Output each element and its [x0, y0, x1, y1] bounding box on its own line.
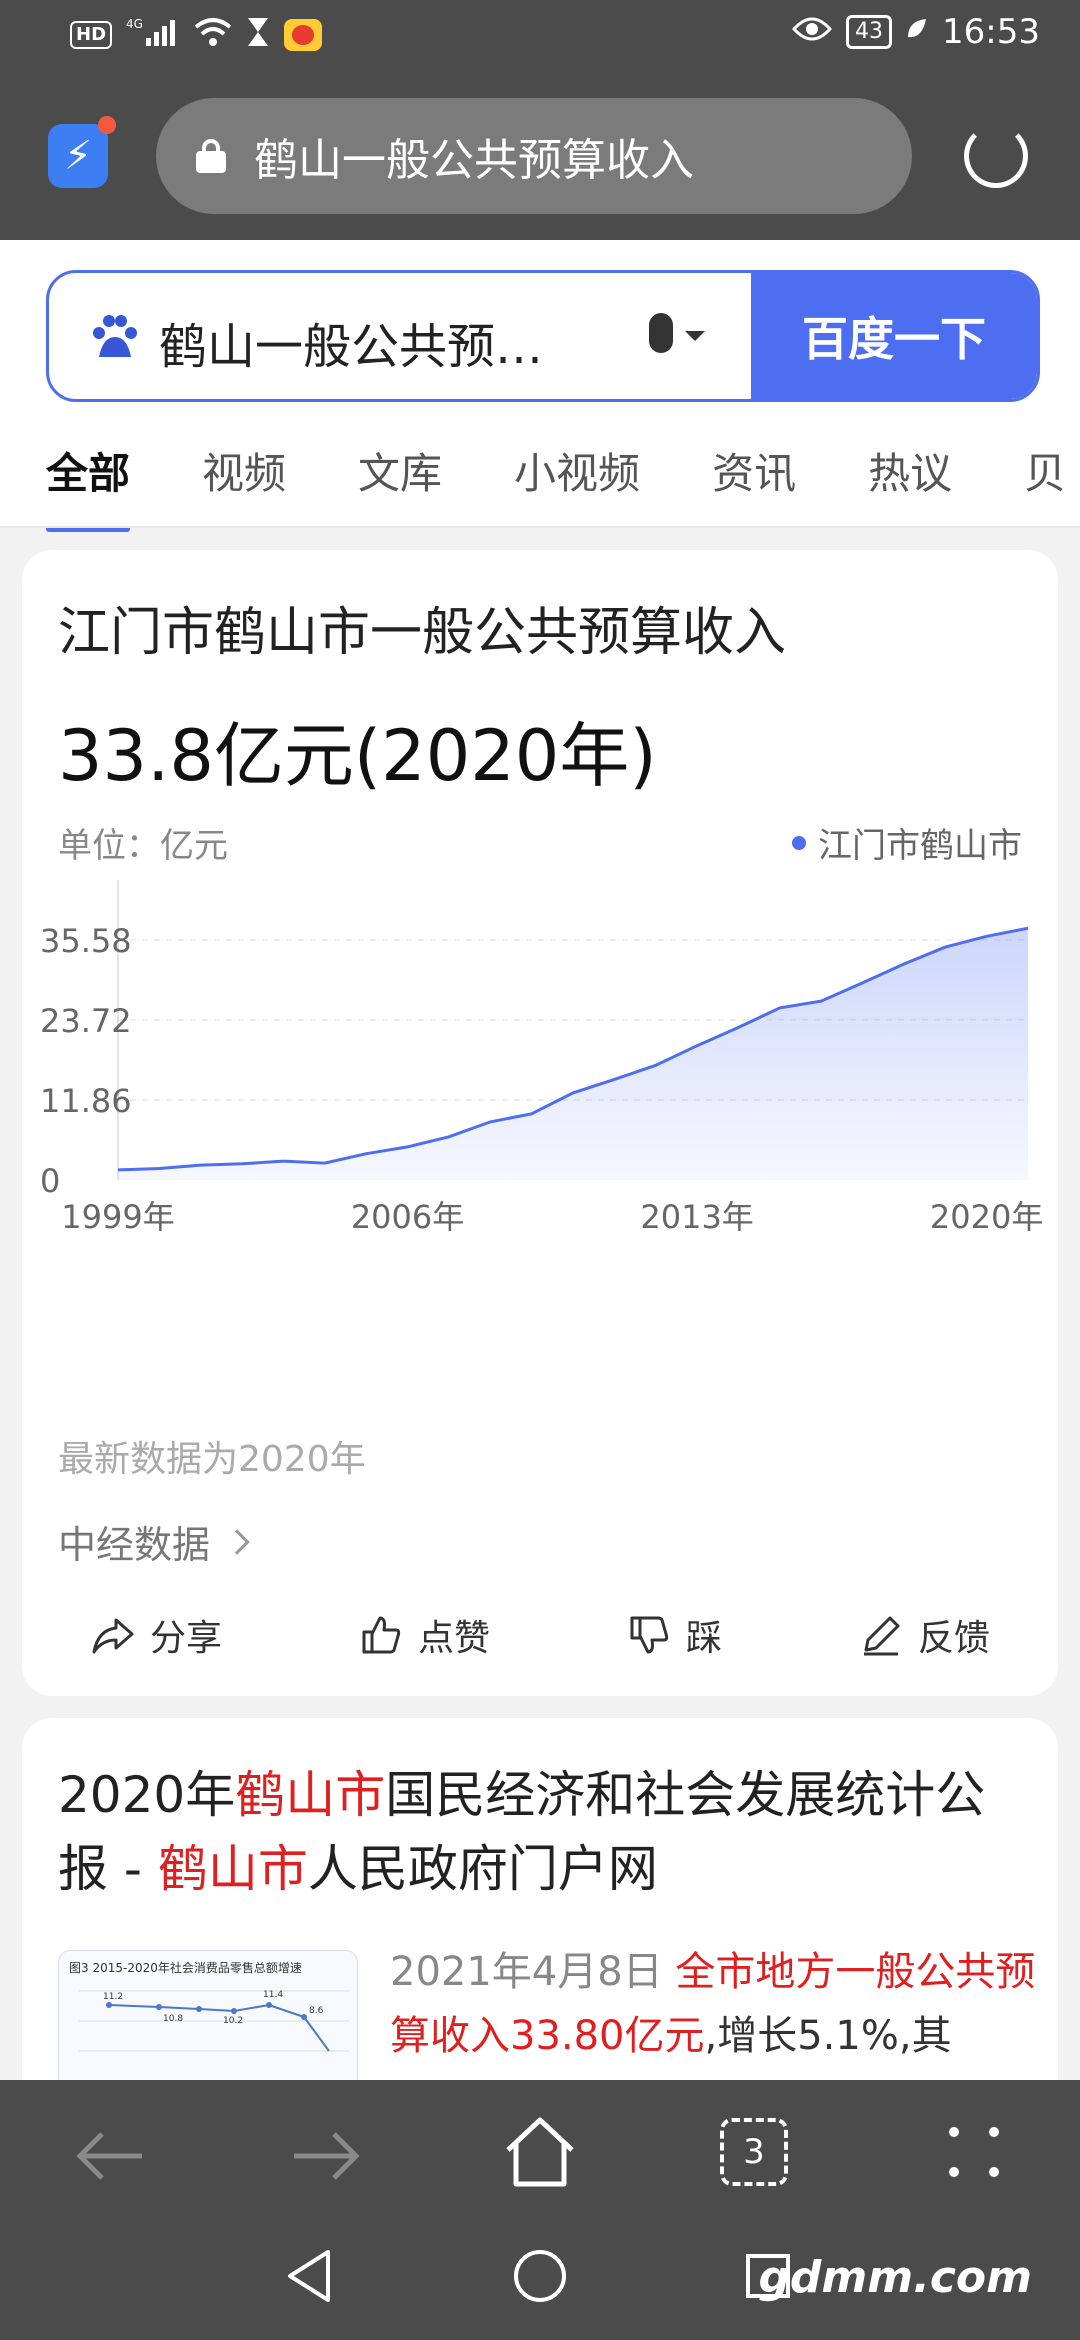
thumbnail-caption: 图3 2015-2020年社会消费品零售总额增速	[69, 1961, 302, 1975]
wifi-icon	[194, 17, 232, 53]
thumbs-down-icon	[630, 1616, 669, 1654]
y-tick-label: 23.72	[40, 1002, 132, 1040]
headline-value: 33.8亿元(2020年)	[58, 715, 657, 797]
baidu-paw-icon	[89, 313, 139, 363]
back-arrow-icon[interactable]	[72, 2126, 148, 2186]
line-chart[interactable]: 0 11.86 23.72 35.58 1999年 2006年 2013年 2020年	[22, 880, 1058, 1260]
chevron-right-icon	[224, 1528, 250, 1555]
result-snippet: 2021年4月8日 全市地方一般公共预算收入33.80亿元,增长5.1%,其	[390, 1940, 1050, 2068]
card-title[interactable]: 江门市鹤山市一般公共预算收入	[58, 590, 786, 665]
source-link[interactable]: 中经数据	[58, 1514, 250, 1569]
source-label: 中经数据	[58, 1523, 211, 1567]
signal-icon: 4G	[126, 16, 180, 54]
like-label: 点赞	[417, 1618, 490, 1659]
notification-dot	[98, 116, 116, 134]
forward-arrow-icon[interactable]	[288, 2126, 364, 2186]
home-icon[interactable]	[502, 2114, 578, 2190]
more-menu-icon[interactable]	[944, 2122, 1004, 2182]
title-highlight: 鹤山市	[235, 1766, 386, 1824]
dislike-label: 踩	[685, 1618, 722, 1659]
lock-icon	[196, 139, 226, 173]
refresh-icon[interactable]	[964, 124, 1028, 188]
system-back-icon[interactable]	[282, 2246, 336, 2306]
like-button[interactable]: 点赞	[358, 1600, 490, 1670]
x-tick-label: 2020年	[930, 1198, 1043, 1236]
title-text: 人民政府门户网	[307, 1840, 658, 1898]
x-tick-label: 2013年	[640, 1198, 753, 1236]
unit-label: 单位：亿元	[58, 826, 228, 866]
search-tabs: 全部 视频 文库 小视频 资讯 热议贝	[46, 436, 1080, 532]
dislike-button[interactable]: 踩	[626, 1600, 722, 1670]
browser-logo-icon[interactable]: ⚡	[48, 116, 116, 188]
tab-3[interactable]: 小视频	[514, 436, 640, 528]
action-bar: 分享 点赞 踩 反馈	[22, 1600, 1058, 1670]
address-text: 鹤山一般公共预算收入	[254, 135, 694, 186]
share-label: 分享	[149, 1618, 222, 1659]
x-tick-label: 1999年	[61, 1198, 174, 1236]
system-home-icon[interactable]	[512, 2248, 568, 2304]
hourglass-icon	[246, 16, 270, 54]
title-text: 2020年	[58, 1766, 236, 1824]
search-area: 鹤山一般公共预… 百度一下 全部 视频 文库 小视频 资讯 热议贝	[0, 240, 1080, 532]
hd-badge: HD	[70, 21, 113, 49]
result-date: 2021年4月8日	[390, 1949, 663, 1995]
browser-top-bar: HD 4G 43 16:53 ⚡ 鹤山一般公共预算收入	[0, 0, 1080, 240]
latest-note: 最新数据为2020年	[58, 1439, 366, 1480]
watermark: gdmm.com	[758, 2252, 1032, 2303]
search-button[interactable]: 百度一下	[751, 273, 1037, 399]
share-button[interactable]: 分享	[90, 1600, 222, 1670]
svg-text:10.2: 10.2	[223, 2016, 243, 2026]
tab-2[interactable]: 文库	[358, 436, 442, 528]
data-result-card[interactable]: 江门市鹤山市一般公共预算收入 33.8亿元(2020年) 单位：亿元 江门市鹤山…	[22, 550, 1058, 1696]
leaf-icon	[906, 12, 928, 52]
snippet-text: ,增长5.1%,其	[704, 2013, 952, 2059]
status-bar: HD 4G 43 16:53	[0, 0, 1080, 76]
feedback-label: 反馈	[917, 1618, 990, 1659]
divider	[0, 526, 1080, 528]
pencil-icon	[863, 1616, 900, 1656]
tab-switcher-button[interactable]: 3	[720, 2118, 788, 2186]
search-input[interactable]: 鹤山一般公共预…	[159, 307, 543, 377]
thumbs-up-icon	[362, 1616, 401, 1654]
y-tick-label: 11.86	[40, 1082, 132, 1120]
chevron-down-icon[interactable]	[685, 331, 705, 341]
tab-6[interactable]: 贝	[1024, 436, 1066, 528]
legend-label: 江门市鹤山市	[818, 826, 1022, 866]
y-tick-label: 35.58	[40, 922, 132, 960]
tab-1[interactable]: 视频	[202, 436, 286, 528]
series-area	[118, 928, 1028, 1180]
feedback-button[interactable]: 反馈	[858, 1600, 990, 1670]
eye-icon	[791, 12, 833, 52]
x-tick-label: 2006年	[351, 1198, 464, 1236]
clock-time: 16:53	[942, 12, 1040, 52]
svg-text:10.8: 10.8	[163, 2014, 183, 2024]
network-type: 4G	[126, 17, 143, 31]
address-bar[interactable]: 鹤山一般公共预算收入	[156, 98, 912, 214]
tab-5[interactable]: 热议	[868, 436, 952, 528]
tab-4[interactable]: 资讯	[712, 436, 796, 528]
svg-text:8.6: 8.6	[309, 2006, 324, 2016]
weibo-icon	[284, 19, 323, 51]
share-icon	[92, 1618, 134, 1654]
tab-0[interactable]: 全部	[46, 436, 131, 532]
chart-legend: 江门市鹤山市	[792, 818, 1022, 867]
legend-dot	[792, 835, 806, 850]
search-box[interactable]: 鹤山一般公共预… 百度一下	[46, 270, 1040, 402]
battery-indicator: 43	[846, 15, 893, 49]
y-tick-label: 0	[40, 1162, 60, 1200]
title-highlight: 鹤山市	[157, 1840, 308, 1898]
microphone-icon[interactable]	[649, 313, 673, 353]
svg-text:11.2: 11.2	[103, 1992, 123, 2002]
result-title[interactable]: 2020年鹤山市国民经济和社会发展统计公报 - 鹤山市人民政府门户网	[58, 1758, 1028, 1906]
svg-text:11.4: 11.4	[263, 1990, 283, 2000]
